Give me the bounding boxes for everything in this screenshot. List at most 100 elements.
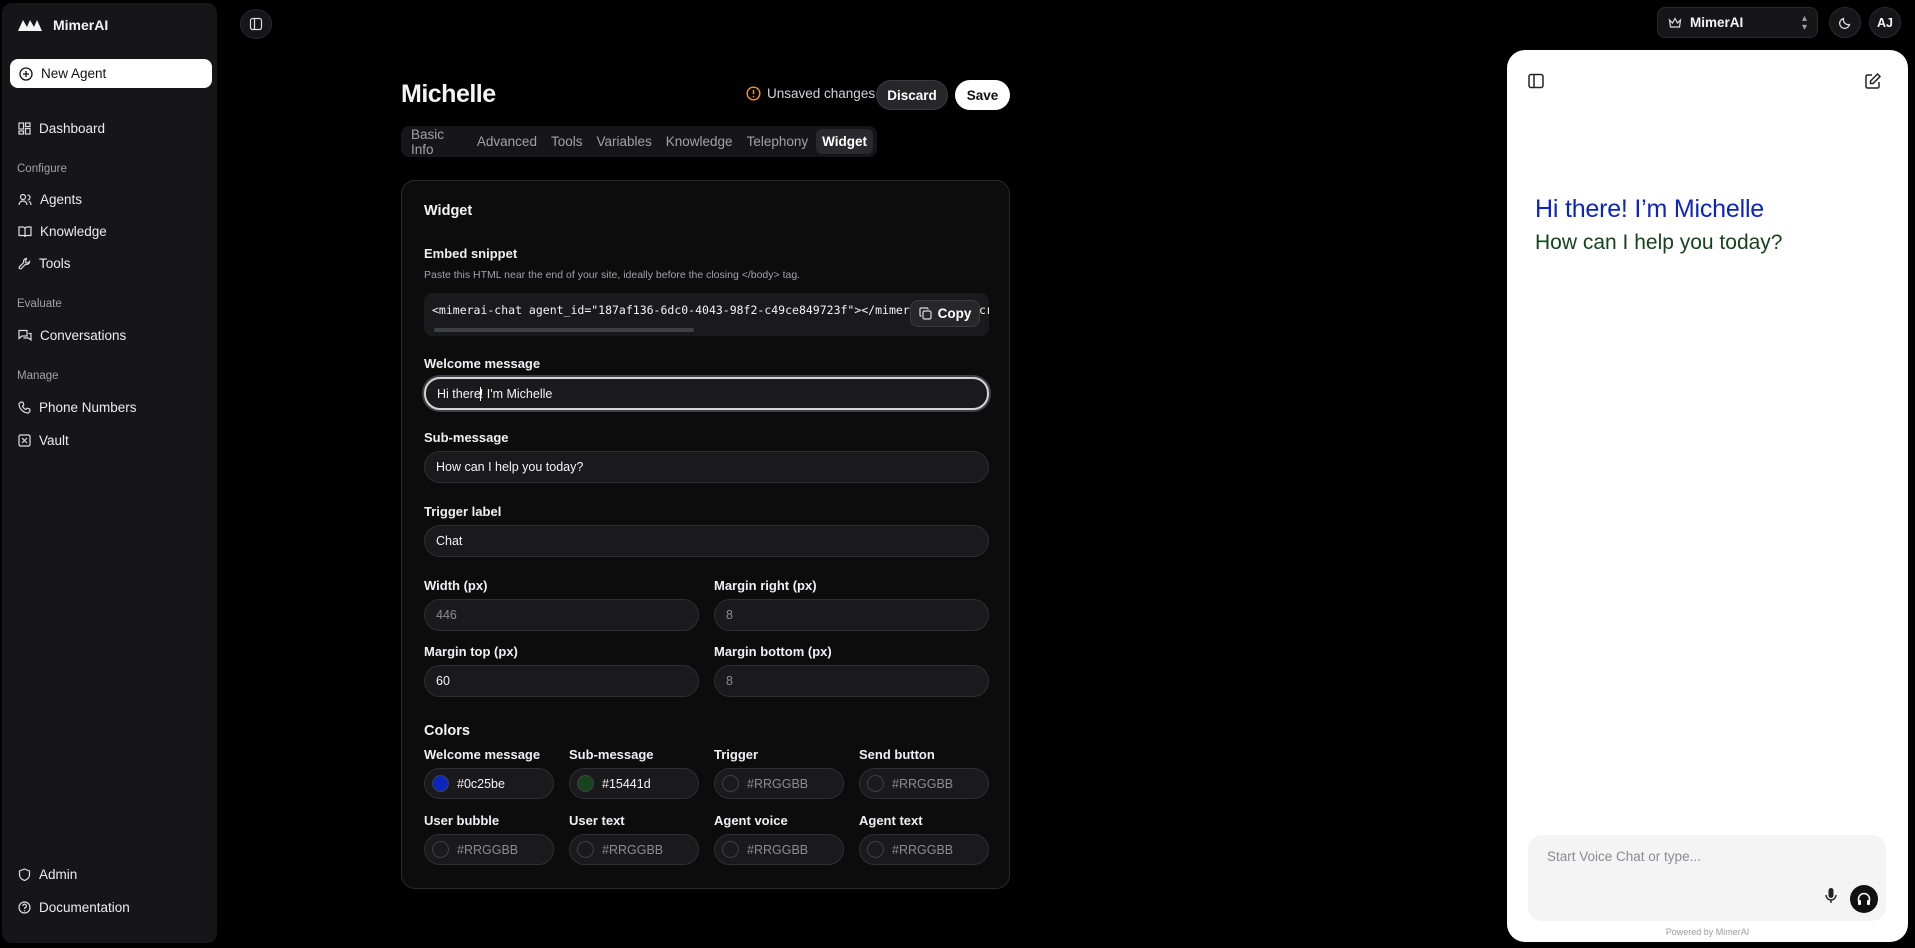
color-swatch[interactable] xyxy=(867,841,884,858)
sidebar-item-conversations[interactable]: Conversations xyxy=(18,328,126,343)
unsaved-changes-indicator: Unsaved changes xyxy=(746,86,875,101)
tab-basic-info[interactable]: Basic Info xyxy=(405,127,469,157)
color-swatch[interactable] xyxy=(722,775,739,792)
sub-message-input[interactable]: How can I help you today? xyxy=(424,451,989,483)
sidebar-item-label: Dashboard xyxy=(39,121,106,136)
margin-bottom-label: Margin bottom (px) xyxy=(714,644,832,659)
sidebar-item-label: Tools xyxy=(39,256,71,271)
widget-settings-card: Widget Embed snippet Paste this HTML nea… xyxy=(401,180,1010,889)
embed-snippet-label: Embed snippet xyxy=(424,246,518,261)
tab-widget[interactable]: Widget xyxy=(816,129,873,154)
color-input-user-text[interactable]: #RRGGBB xyxy=(569,834,699,865)
color-value: #RRGGBB xyxy=(602,842,664,857)
organization-select[interactable]: MimerAI ▴ ▾ xyxy=(1657,7,1818,38)
new-agent-label: New Agent xyxy=(41,66,107,81)
color-input-user-bubble[interactable]: #RRGGBB xyxy=(424,834,554,865)
tab-telephony[interactable]: Telephony xyxy=(741,129,815,154)
margin-top-label: Margin top (px) xyxy=(424,644,518,659)
embed-snippet-box[interactable]: <mimerai-chat agent_id="187af136-6dc0-40… xyxy=(424,293,989,336)
color-input-send-button[interactable]: #RRGGBB xyxy=(859,768,989,799)
horizontal-scrollbar[interactable] xyxy=(434,328,694,332)
discard-button[interactable]: Discard xyxy=(876,80,948,110)
microphone-button[interactable] xyxy=(1824,887,1838,910)
preview-composer[interactable]: Start Voice Chat or type... xyxy=(1528,835,1886,921)
copy-icon xyxy=(919,307,932,320)
margin-top-input[interactable]: 60 xyxy=(424,665,699,697)
copy-button[interactable]: Copy xyxy=(910,300,980,327)
preview-sidebar-button[interactable] xyxy=(1527,72,1545,95)
margin-right-input[interactable]: 8 xyxy=(714,599,989,631)
brand[interactable]: MimerAI xyxy=(17,17,108,33)
new-agent-button[interactable]: New Agent xyxy=(10,59,212,88)
start-voice-chat-button[interactable] xyxy=(1850,885,1878,913)
section-label-evaluate: Evaluate xyxy=(17,298,62,310)
sidebar-item-admin[interactable]: Admin xyxy=(18,867,77,882)
sidebar-item-label: Vault xyxy=(39,433,69,448)
welcome-text-after-caret: ! I'm Michelle xyxy=(479,386,553,401)
color-input-sub-message[interactable]: #15441d xyxy=(569,768,699,799)
sidebar-item-knowledge[interactable]: Knowledge xyxy=(18,224,107,239)
tab-advanced[interactable]: Advanced xyxy=(471,129,543,154)
color-swatch[interactable] xyxy=(432,841,449,858)
sidebar-toggle-icon xyxy=(249,17,263,31)
trigger-label-input[interactable]: Chat xyxy=(424,525,989,557)
color-input-trigger[interactable]: #RRGGBB xyxy=(714,768,844,799)
preview-input-placeholder: Start Voice Chat or type... xyxy=(1547,849,1701,864)
sidebar-item-documentation[interactable]: Documentation xyxy=(18,900,130,915)
sidebar-item-label: Knowledge xyxy=(40,224,107,239)
color-input-agent-text[interactable]: #RRGGBB xyxy=(859,834,989,865)
sidebar-item-label: Agents xyxy=(40,192,83,207)
tab-tools[interactable]: Tools xyxy=(545,129,589,154)
toggle-sidebar-button[interactable] xyxy=(240,9,272,39)
color-input-agent-voice[interactable]: #RRGGBB xyxy=(714,834,844,865)
preview-new-chat-button[interactable] xyxy=(1864,72,1882,95)
sidebar-item-tools[interactable]: Tools xyxy=(18,256,71,271)
dashboard-icon xyxy=(18,122,31,135)
color-value: #RRGGBB xyxy=(747,776,809,791)
section-label-manage: Manage xyxy=(17,370,59,382)
color-label-user-bubble: User bubble xyxy=(424,813,500,828)
color-swatch[interactable] xyxy=(577,841,594,858)
plus-circle-icon xyxy=(19,66,33,81)
color-label-agent-voice: Agent voice xyxy=(714,813,788,828)
margin-bottom-input[interactable]: 8 xyxy=(714,665,989,697)
margin-right-label: Margin right (px) xyxy=(714,578,817,593)
moon-icon xyxy=(1838,17,1851,29)
color-value: #15441d xyxy=(602,776,651,791)
width-input[interactable]: 446 xyxy=(424,599,699,631)
sidebar-item-label: Documentation xyxy=(39,900,130,915)
color-value: #RRGGBB xyxy=(747,842,809,857)
messages-icon xyxy=(18,329,32,342)
color-value: #RRGGBB xyxy=(457,842,519,857)
user-avatar[interactable]: AJ xyxy=(1869,7,1901,38)
sidebar-item-vault[interactable]: Vault xyxy=(18,433,69,448)
tab-knowledge[interactable]: Knowledge xyxy=(660,129,739,154)
help-circle-icon xyxy=(18,901,31,914)
sidebar-item-phone-numbers[interactable]: Phone Numbers xyxy=(18,400,137,415)
save-button[interactable]: Save xyxy=(955,80,1010,110)
crown-icon xyxy=(1668,16,1682,28)
brand-name: MimerAI xyxy=(53,17,109,33)
edit-icon xyxy=(1865,72,1882,89)
trigger-label-label: Trigger label xyxy=(424,504,502,519)
color-swatch[interactable] xyxy=(577,775,594,792)
color-label-trigger: Trigger xyxy=(714,747,759,762)
unsaved-changes-text: Unsaved changes xyxy=(767,86,876,101)
color-input-welcome-message[interactable]: #0c25be xyxy=(424,768,554,799)
color-swatch[interactable] xyxy=(722,841,739,858)
theme-toggle-button[interactable] xyxy=(1829,7,1861,38)
welcome-message-label: Welcome message xyxy=(424,356,541,371)
embed-snippet-code: <mimerai-chat agent_id="187af136-6dc0-40… xyxy=(432,303,989,317)
preview-welcome-message: Hi there! I’m Michelle xyxy=(1535,195,1764,223)
mimerai-logo-icon xyxy=(18,20,42,31)
tab-variables[interactable]: Variables xyxy=(590,129,657,154)
page-title: Michelle xyxy=(401,80,496,108)
color-swatch[interactable] xyxy=(867,775,884,792)
color-swatch[interactable] xyxy=(432,775,449,792)
welcome-message-input[interactable]: Hi there! I'm Michelle xyxy=(424,377,989,410)
sidebar-item-dashboard[interactable]: Dashboard xyxy=(18,121,105,136)
color-value: #0c25be xyxy=(457,776,505,791)
color-value: #RRGGBB xyxy=(892,842,954,857)
sidebar-item-agents[interactable]: Agents xyxy=(18,192,82,207)
sidebar-item-label: Conversations xyxy=(40,328,127,343)
